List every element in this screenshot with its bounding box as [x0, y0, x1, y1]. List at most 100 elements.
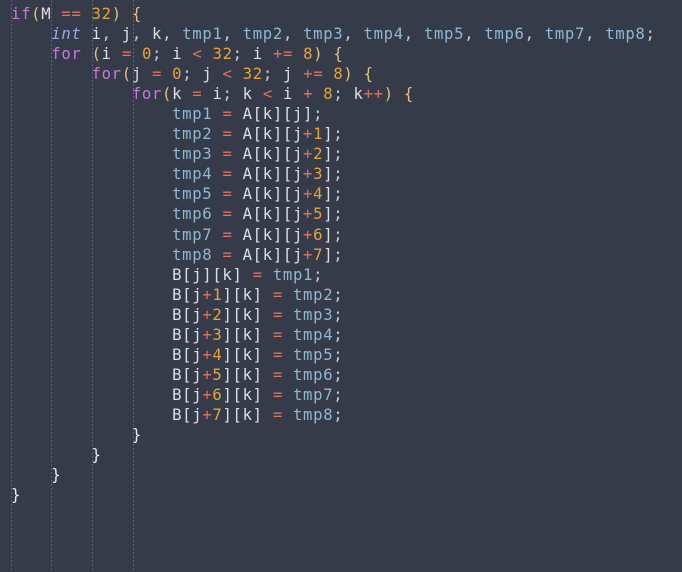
token-pun: ; — [333, 85, 354, 104]
token-op: = — [272, 365, 283, 384]
token-pun: , — [131, 25, 153, 44]
token-id — [283, 346, 293, 364]
token-pun: ; — [152, 45, 173, 64]
token-id: B[j — [172, 405, 203, 424]
token-var: tmp3 — [292, 305, 334, 324]
token-num: 8 — [333, 65, 344, 84]
token-id — [263, 366, 273, 384]
code-viewer[interactable]: if(M == 32) { int i, j, k, tmp1, tmp2, t… — [0, 0, 682, 572]
token-var: tmp3 — [172, 145, 213, 164]
token-id: B[j][k] — [172, 265, 243, 284]
token-id — [233, 226, 243, 244]
code-line: tmp8 = A[k][j+7]; — [11, 245, 656, 265]
token-num: 1 — [212, 285, 223, 304]
token-id — [263, 326, 273, 344]
code-line: for(j = 0; j < 32; j += 8) { — [11, 64, 656, 84]
token-pun: ; — [313, 105, 324, 124]
token-pun: ; — [313, 265, 324, 284]
token-var: tmp2 — [292, 285, 334, 304]
token-id: ] — [323, 125, 334, 144]
token-pun: ; — [333, 365, 344, 384]
code-line: tmp1 = A[k][j]; — [11, 104, 656, 124]
token-id — [82, 5, 92, 23]
token-brc: { — [131, 5, 142, 23]
token-id: ][k] — [222, 325, 263, 344]
token-id — [233, 105, 243, 123]
token-op: = — [272, 325, 283, 344]
token-brc: ( — [121, 65, 132, 84]
token-id: A[k][j — [242, 165, 304, 184]
token-op: + — [303, 85, 314, 104]
token-op: + — [303, 125, 314, 144]
token-id — [263, 286, 273, 304]
token-id — [263, 346, 273, 364]
token-id: i — [282, 85, 294, 104]
token-op: + — [303, 245, 314, 264]
token-var: tmp6 — [172, 205, 213, 224]
code-line: int i, j, k, tmp1, tmp2, tmp3, tmp4, tmp… — [11, 24, 656, 44]
token-op: + — [202, 345, 213, 364]
token-brc: { — [363, 65, 374, 84]
token-cbr: } — [51, 466, 62, 485]
token-op: + — [202, 365, 213, 384]
code-line: tmp2 = A[k][j+1]; — [11, 124, 656, 144]
token-id: ] — [323, 185, 334, 204]
token-var: tmp3 — [303, 25, 344, 44]
token-id: ][k] — [222, 405, 263, 424]
token-op: = — [192, 85, 203, 104]
token-pun: ; — [333, 305, 344, 324]
token-id: ] — [323, 205, 334, 224]
token-op: = — [222, 185, 233, 204]
token-id — [212, 65, 222, 83]
token-id: i — [212, 85, 223, 104]
token-pun: ; — [333, 285, 344, 304]
token-id — [233, 165, 243, 183]
token-id: B[j — [172, 345, 203, 364]
token-pun: ; — [333, 345, 344, 364]
code-line: for(k = i; k < i + 8; k++) { — [11, 84, 656, 104]
token-id: i — [252, 45, 263, 64]
token-id — [283, 386, 293, 404]
token-num: 8 — [303, 45, 314, 64]
token-id — [162, 65, 172, 83]
token-num: 3 — [212, 325, 223, 344]
token-id: A[k][j — [242, 245, 304, 264]
token-id: j — [282, 65, 294, 84]
token-id: B[j — [172, 325, 203, 344]
token-id — [212, 205, 222, 223]
token-op: += — [303, 65, 324, 84]
token-id — [202, 85, 212, 103]
token-pun: ; — [333, 185, 344, 204]
token-op: + — [303, 205, 314, 224]
token-id — [323, 45, 333, 63]
token-id: j — [202, 65, 213, 84]
code-line: } — [11, 465, 656, 485]
token-id — [273, 85, 283, 103]
token-id: B[j — [172, 385, 203, 404]
token-num: 2 — [212, 305, 223, 324]
token-op: + — [202, 405, 213, 424]
code-content[interactable]: if(M == 32) { int i, j, k, tmp1, tmp2, t… — [11, 4, 656, 505]
token-pun: , — [585, 25, 606, 44]
token-op: < — [222, 65, 233, 84]
token-id — [293, 45, 303, 63]
token-op: = — [152, 65, 163, 84]
token-op: ++ — [363, 85, 384, 104]
token-id: A[k][j — [242, 185, 304, 204]
token-pun: , — [343, 25, 364, 44]
token-num: 0 — [141, 45, 153, 64]
token-kw: for — [131, 85, 163, 104]
token-var: tmp2 — [242, 25, 283, 44]
token-id: A[k][j — [242, 205, 304, 224]
token-var: tmp4 — [292, 325, 334, 344]
code-line: } — [11, 485, 656, 505]
